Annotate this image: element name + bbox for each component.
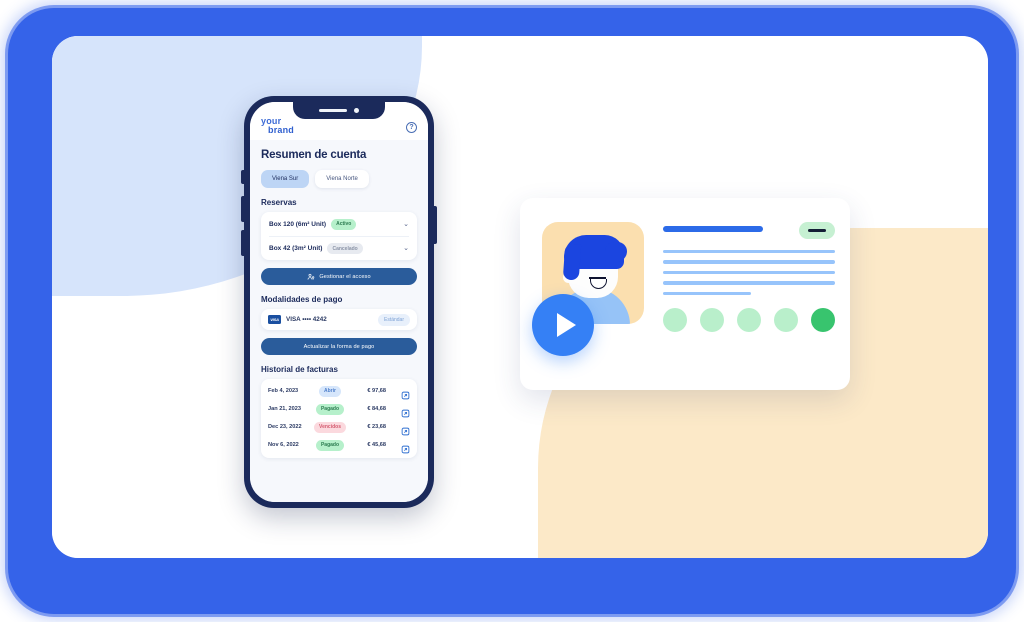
chevron-down-icon[interactable]: ⌄: [403, 245, 409, 252]
white-canvas: your brand ? Resumen de cuenta Viena Sur…: [52, 36, 988, 558]
reservation-row[interactable]: Box 120 (6m² Unit) Activo ⌄: [269, 212, 409, 236]
status-badge: Pagado: [315, 439, 345, 451]
phone-notch: [293, 102, 385, 119]
dash-icon: [808, 229, 826, 232]
status-badge: Cancelado: [327, 243, 363, 254]
invoice-status: Vencidos: [308, 421, 352, 433]
update-payment-button[interactable]: Actualizar la forma de pago: [261, 338, 417, 355]
outer-blue-frame: your brand ? Resumen de cuenta Viena Sur…: [8, 8, 1016, 614]
play-icon: [556, 313, 576, 337]
phone-screen: your brand ? Resumen de cuenta Viena Sur…: [250, 102, 428, 502]
reservation-name: Box 42 (3m² Unit): [269, 245, 323, 252]
avatar-dot: [700, 307, 724, 332]
status-badge: Abrir: [319, 385, 341, 397]
avatar-dot: [737, 307, 761, 332]
avatar-hair-back: [605, 242, 627, 262]
brand-logo-line2: brand: [268, 125, 295, 135]
payments-heading: Modalidades de pago: [261, 295, 343, 304]
invoice-date: Jan 21, 2023: [268, 406, 301, 412]
placeholder-line: [663, 260, 835, 264]
avatar-dot-active: [811, 307, 835, 332]
title-placeholder-bar: [663, 226, 763, 232]
location-tab-group: Viena Sur Viena Norte: [261, 170, 417, 188]
invoice-status: Abrir: [308, 385, 352, 397]
reservations-heading: Reservas: [261, 198, 297, 207]
table-row[interactable]: Dec 23, 2022 Vencidos € 23,68: [268, 418, 410, 436]
screenshot-stage: your brand ? Resumen de cuenta Viena Sur…: [0, 0, 1024, 622]
phone-front-camera: [354, 108, 359, 113]
payment-method-label: VISA •••• 4242: [286, 316, 327, 323]
status-badge: Activo: [331, 218, 357, 230]
reservation-name: Box 120 (6m² Unit): [269, 220, 327, 228]
invoice-date: Dec 23, 2022: [268, 424, 302, 430]
status-badge: [799, 222, 835, 239]
placeholder-line: [663, 291, 751, 295]
avatar-dot: [663, 307, 687, 332]
invoice-status: Pagado: [308, 439, 352, 451]
invoices-heading: Historial de facturas: [261, 365, 338, 374]
video-card-content: [663, 222, 835, 366]
invoices-card: Feb 4, 2023 Abrir € 97,68 Jan 21, 2023 P…: [261, 379, 417, 458]
invoice-date: Feb 4, 2023: [268, 388, 299, 394]
reservations-card: Box 120 (6m² Unit) Activo ⌄ Box 42 (3m² …: [261, 212, 417, 260]
placeholder-line: [663, 270, 835, 275]
avatar-group: [663, 307, 835, 332]
invoice-status: Pagado: [308, 403, 352, 415]
manage-access-label: Gestionar el acceso: [319, 273, 371, 280]
table-row[interactable]: Jan 21, 2023 Pagado € 84,68: [268, 400, 410, 418]
phone-volume-up-button: [241, 196, 244, 222]
payment-method-row[interactable]: VISA VISA •••• 4242 Estándar: [261, 309, 417, 330]
tab-viena-sur[interactable]: Viena Sur: [261, 170, 310, 188]
reservation-row[interactable]: Box 42 (3m² Unit) Cancelado ⌄: [269, 236, 409, 260]
payment-method-badge: Estándar: [377, 313, 410, 326]
invoice-amount: € 97,68: [367, 388, 386, 394]
invoice-date: Nov 6, 2022: [268, 442, 299, 448]
phone-mockup: your brand ? Resumen de cuenta Viena Sur…: [241, 96, 437, 508]
phone-silent-switch: [241, 170, 244, 184]
video-card-header: [663, 222, 835, 239]
chevron-down-icon[interactable]: ⌄: [403, 221, 409, 228]
tab-viena-norte[interactable]: Viena Norte: [315, 170, 369, 188]
phone-volume-down-button: [241, 230, 244, 256]
text-placeholder-lines: [663, 250, 835, 295]
page-title: Resumen de cuenta: [261, 149, 367, 161]
placeholder-line: [663, 250, 835, 254]
external-link-icon[interactable]: [401, 441, 410, 453]
help-icon[interactable]: ?: [406, 122, 417, 133]
brand-logo[interactable]: your brand: [261, 117, 294, 135]
inner-pane: your brand ? Resumen de cuenta Viena Sur…: [52, 36, 988, 558]
avatar-hair-side: [562, 243, 582, 281]
external-link-icon[interactable]: [401, 423, 410, 435]
user-key-icon: [307, 273, 315, 280]
update-payment-label: Actualizar la forma de pago: [303, 343, 375, 350]
phone-speaker: [319, 109, 347, 112]
app-content: Resumen de cuenta Viena Sur Viena Norte …: [250, 140, 428, 502]
invoice-amount: € 84,68: [367, 406, 386, 412]
table-row[interactable]: Feb 4, 2023 Abrir € 97,68: [268, 382, 410, 400]
external-link-icon[interactable]: [401, 405, 410, 417]
phone-power-button: [434, 206, 437, 244]
play-button[interactable]: [532, 294, 594, 356]
invoice-amount: € 45,68: [367, 442, 386, 448]
external-link-icon[interactable]: [401, 387, 410, 399]
placeholder-line: [663, 281, 835, 285]
table-row[interactable]: Nov 6, 2022 Pagado € 45,68: [268, 436, 410, 454]
visa-logo-icon: VISA: [268, 315, 281, 324]
invoice-amount: € 23,68: [367, 424, 386, 430]
manage-access-button[interactable]: Gestionar el acceso: [261, 268, 417, 285]
status-badge: Vencidos: [314, 421, 346, 433]
avatar-dot: [774, 307, 798, 332]
status-badge: Pagado: [315, 403, 345, 415]
